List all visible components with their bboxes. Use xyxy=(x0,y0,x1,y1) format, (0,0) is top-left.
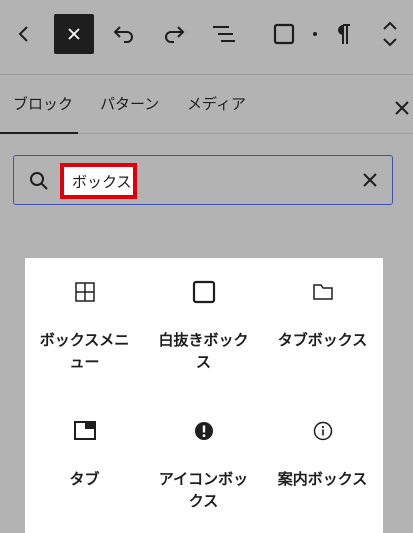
close-icon[interactable] xyxy=(388,94,413,122)
move-up-down-icon[interactable] xyxy=(370,13,410,55)
block-item-outline-box[interactable]: 白抜きボックス xyxy=(144,272,263,373)
block-label: タブボックス xyxy=(277,331,368,349)
folder-icon xyxy=(312,272,334,312)
redo-icon[interactable] xyxy=(154,13,194,55)
block-item-guide-box[interactable]: 案内ボックス xyxy=(263,411,382,490)
inserter-tabs: ブロック パターン メディア xyxy=(0,75,413,134)
info-circle-icon xyxy=(313,411,333,451)
block-square-icon[interactable] xyxy=(264,13,304,55)
grid-icon xyxy=(74,272,96,312)
tab-blocks[interactable]: ブロック xyxy=(13,93,73,114)
close-inserter-button[interactable] xyxy=(54,14,94,54)
exclamation-circle-icon xyxy=(194,411,214,451)
active-tab-indicator xyxy=(0,132,78,134)
list-view-icon[interactable] xyxy=(204,13,244,55)
block-item-box-menu[interactable]: ボックスメニュー xyxy=(25,272,144,373)
top-toolbar xyxy=(0,0,413,74)
tab-window-icon xyxy=(73,411,97,451)
back-chevron-icon[interactable] xyxy=(4,13,44,55)
block-label: 案内ボックス xyxy=(277,470,368,488)
tab-media[interactable]: メディア xyxy=(187,93,246,114)
block-search-box: ボックス xyxy=(13,155,393,205)
block-item-tab-box[interactable]: タブボックス xyxy=(263,272,382,351)
block-results-panel: ボックスメニュー 白抜きボックス タブボックス タブ アイコンボックス 案内ボッ… xyxy=(25,258,383,533)
paragraph-icon[interactable] xyxy=(323,13,363,55)
search-icon xyxy=(29,171,49,195)
block-label: タブ xyxy=(69,470,100,488)
undo-icon[interactable] xyxy=(104,13,144,55)
block-label: ボックスメニュー xyxy=(39,331,130,371)
clear-search-icon[interactable] xyxy=(359,169,381,191)
block-label: アイコンボックス xyxy=(158,470,249,510)
tab-patterns[interactable]: パターン xyxy=(100,93,159,114)
square-icon xyxy=(192,272,216,312)
separator-dot xyxy=(313,32,317,36)
search-input[interactable]: ボックス xyxy=(60,163,137,199)
block-label: 白抜きボックス xyxy=(158,331,249,371)
block-item-icon-box[interactable]: アイコンボックス xyxy=(144,411,263,512)
block-item-tab[interactable]: タブ xyxy=(25,411,144,490)
